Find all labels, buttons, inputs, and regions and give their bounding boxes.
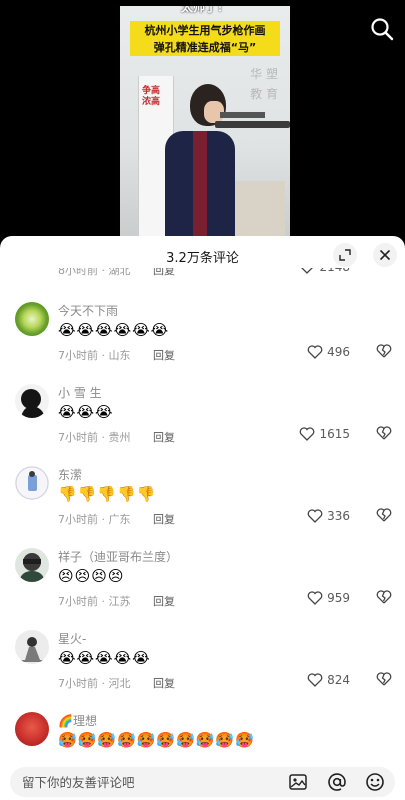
broken-heart-icon[interactable] — [376, 590, 392, 604]
heart-icon — [307, 591, 323, 605]
comment-username[interactable]: 祥子（迪亚哥布兰度） — [58, 548, 178, 565]
like-button[interactable]: 824 — [307, 673, 350, 687]
comment-time-location: 8小时前 · 湖北 — [58, 268, 131, 277]
comment-item: 星火- 😭😭😭😭😭 7小时前 · 河北 回复 824 — [0, 630, 405, 712]
expand-button[interactable] — [333, 243, 357, 267]
comment-item: 今天不下雨 😭😭😭😭😭😭 7小时前 · 山东 回复 496 — [0, 302, 405, 384]
rifle-scope — [220, 112, 265, 118]
comment-username[interactable]: 今天不下雨 — [58, 302, 118, 319]
search-icon[interactable] — [369, 16, 395, 42]
comment-content: 👎👎👎👎👎 — [58, 485, 157, 503]
broken-heart-icon[interactable] — [376, 508, 392, 522]
comment-time-location: 7小时前 · 山东 — [58, 349, 131, 362]
like-count: 496 — [327, 345, 350, 359]
comment-content: 😭😭😭😭😭😭 — [58, 321, 170, 339]
comment-time-location: 7小时前 · 贵州 — [58, 431, 131, 444]
rifle — [215, 121, 290, 128]
broken-heart-icon[interactable] — [376, 672, 392, 686]
like-count: 959 — [327, 591, 350, 605]
video-caption-line1: 杭州小学生用气步枪作画 — [130, 21, 280, 39]
like-button[interactable]: 2148 — [299, 268, 350, 274]
expand-icon — [339, 249, 351, 261]
comment-username[interactable]: 星火- — [58, 630, 86, 647]
comment-item: 小 雪 生 😭😭😭 7小时前 · 贵州 回复 1615 — [0, 384, 405, 466]
like-button[interactable]: 959 — [307, 591, 350, 605]
like-count: 824 — [327, 673, 350, 687]
comment-content: 🥵🥵🥵🥵🥵🥵🥵🥵🥵🥵 — [58, 731, 255, 749]
video-frame: 太帅了！ 杭州小学生用气步枪作画 弹孔精准连成福“马” 争高 浓高 华 塑 教 … — [120, 6, 290, 238]
broken-heart-icon[interactable] — [376, 344, 392, 358]
like-count: 336 — [327, 509, 350, 523]
comment-time-location: 7小时前 · 江苏 — [58, 595, 131, 608]
wall-red-text: 争高 浓高 — [142, 86, 161, 107]
comment-item: 东潆 👎👎👎👎👎 7小时前 · 广东 回复 336 — [0, 466, 405, 548]
avatar[interactable] — [15, 548, 49, 582]
partial-comment: 8小时前 · 湖北 回复 2148 — [0, 268, 405, 282]
avatar[interactable] — [15, 466, 49, 500]
heart-icon — [300, 427, 315, 441]
avatar[interactable] — [15, 302, 49, 336]
reply-button[interactable]: 回复 — [153, 347, 175, 363]
comment-input[interactable] — [22, 767, 272, 797]
comment-panel: 3.2万条评论 8小时前 · 湖北 回复 2148 — [0, 236, 405, 800]
avatar[interactable] — [15, 712, 49, 746]
avatar[interactable] — [15, 630, 49, 664]
comment-input-bar — [0, 760, 405, 800]
reply-button[interactable]: 回复 — [153, 593, 175, 609]
reply-button[interactable]: 回复 — [153, 268, 175, 278]
comment-username[interactable]: 东潆 — [58, 466, 82, 483]
heart-icon — [307, 673, 323, 687]
like-button[interactable]: 336 — [307, 509, 350, 523]
reply-button[interactable]: 回复 — [153, 511, 175, 527]
at-icon[interactable] — [326, 771, 348, 793]
comment-content: 😭😭😭 — [58, 403, 114, 421]
comment-username[interactable]: 🌈理想 — [58, 712, 97, 729]
wall-text: 华 塑 教 育 — [250, 67, 278, 101]
comment-item: 祥子（迪亚哥布兰度） 😣😣😣😣 7小时前 · 江苏 回复 959 — [0, 548, 405, 630]
like-button[interactable]: 1615 — [299, 427, 350, 441]
comment-username[interactable]: 小 雪 生 — [58, 384, 102, 401]
reply-button[interactable]: 回复 — [153, 675, 175, 691]
comment-input-container[interactable] — [10, 767, 395, 797]
heart-icon — [307, 509, 323, 523]
like-count: 2148 — [319, 268, 350, 274]
comment-content: 😭😭😭😭😭 — [58, 649, 151, 667]
reply-button[interactable]: 回复 — [153, 429, 175, 445]
shooter-figure — [165, 131, 235, 238]
heart-icon — [307, 345, 323, 359]
like-button[interactable]: 496 — [307, 345, 350, 359]
heart-icon — [301, 268, 314, 274]
comment-content: 😣😣😣😣 — [58, 567, 125, 585]
video-caption-line2: 弹孔精准连成福“马” — [130, 38, 280, 56]
comment-time-location: 7小时前 · 河北 — [58, 677, 131, 690]
emoji-icon[interactable] — [364, 771, 386, 793]
image-icon[interactable] — [287, 771, 309, 793]
comment-time-location: 7小时前 · 广东 — [58, 513, 131, 526]
close-icon — [379, 249, 391, 261]
video-player[interactable]: 太帅了！ 杭州小学生用气步枪作画 弹孔精准连成福“马” 争高 浓高 华 塑 教 … — [0, 0, 405, 240]
broken-heart-icon[interactable] — [376, 426, 392, 440]
video-caption-top: 太帅了！ — [180, 6, 229, 14]
avatar[interactable] — [15, 384, 49, 418]
shooting-booth — [230, 181, 285, 238]
close-button[interactable] — [373, 243, 397, 267]
like-count: 1615 — [319, 427, 350, 441]
